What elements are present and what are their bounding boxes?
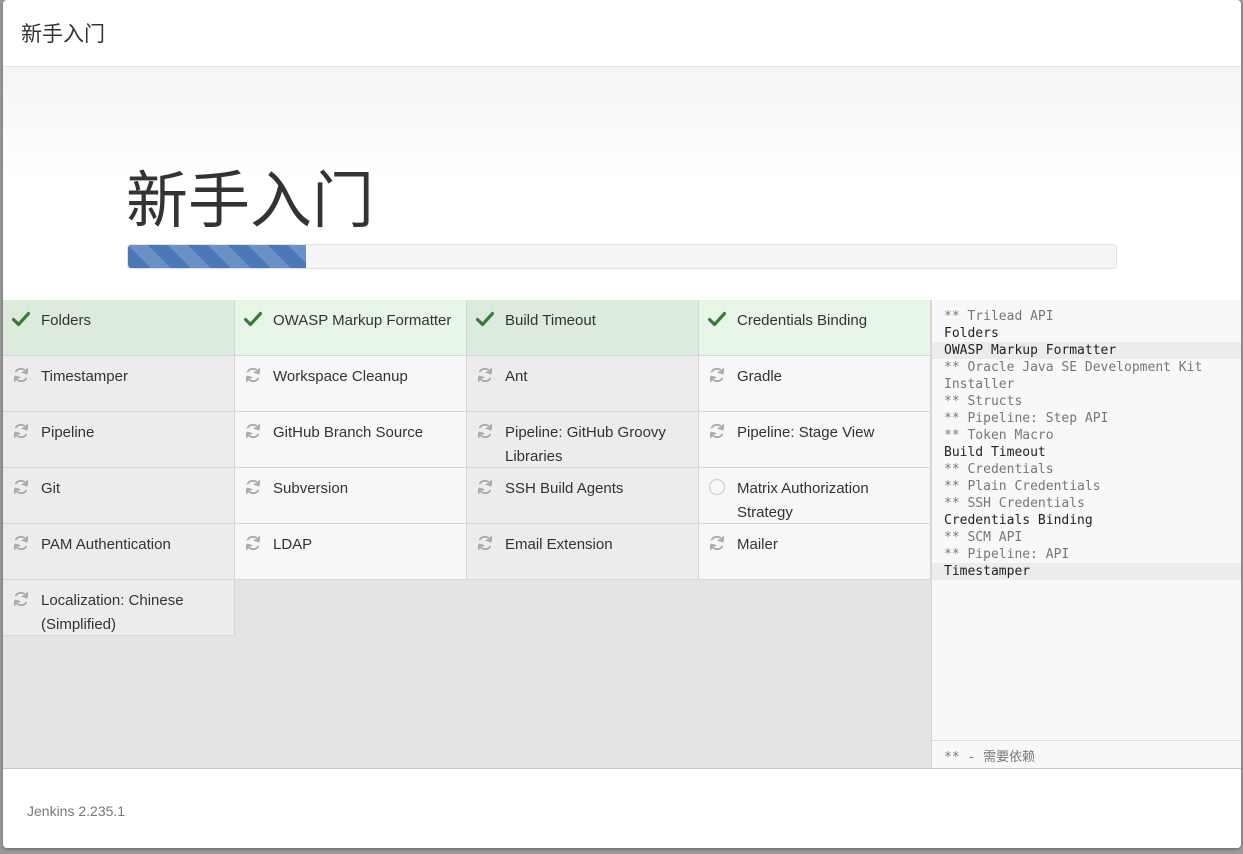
plugin-name: Git	[41, 480, 61, 497]
refresh-icon	[475, 477, 495, 497]
refresh-icon	[475, 365, 495, 385]
check-icon	[707, 309, 727, 329]
log-line: ** Oracle Java SE Development Kit	[944, 360, 1203, 375]
plugin-name: Gradle	[737, 368, 783, 385]
plugin-name: PAM Authentication	[41, 536, 171, 553]
refresh-icon	[11, 589, 31, 609]
refresh-icon	[475, 421, 495, 441]
hero-title: 新手入门	[126, 164, 375, 237]
refresh-icon	[243, 477, 263, 497]
plugin-name: GitHub Branch Source	[273, 424, 424, 441]
plugin-name: Ant	[505, 368, 528, 385]
plugin-tile: Gradle	[699, 356, 931, 412]
install-area: Folders OWASP Markup Formatter Build Timeo…	[3, 300, 1241, 769]
plugin-tile: Credentials Binding	[699, 300, 931, 356]
plugin-name: Timestamper	[41, 368, 128, 385]
plugin-tile: Pipeline: GitHub Groovy Libraries	[467, 412, 699, 468]
refresh-icon	[707, 365, 727, 385]
log-line: ** Credentials	[944, 462, 1054, 477]
plugin-tile: SSH Build Agents	[467, 468, 699, 524]
log-line: Timestamper	[932, 563, 1241, 580]
log-line: Credentials Binding	[944, 513, 1093, 528]
refresh-icon	[11, 421, 31, 441]
plugin-tile: Workspace Cleanup	[235, 356, 467, 412]
log-line: ** Token Macro	[944, 428, 1054, 443]
plugin-tile: Pipeline: Stage View	[699, 412, 931, 468]
refresh-icon	[243, 365, 263, 385]
plugin-tile: Git	[3, 468, 235, 524]
dialog-header: 新手入门	[3, 0, 1241, 67]
log-line: ** Plain Credentials	[944, 479, 1101, 494]
plugin-tile: Localization: Chinese (Simplified)	[3, 580, 235, 636]
refresh-icon	[11, 533, 31, 553]
refresh-icon	[707, 533, 727, 553]
log-line: ** SSH Credentials	[944, 496, 1085, 511]
log-line: Installer	[944, 377, 1015, 392]
plugin-name: Email Extension	[505, 536, 613, 553]
refresh-icon	[475, 533, 495, 553]
plugin-name: LDAP	[273, 536, 313, 553]
plugin-grid: Folders OWASP Markup Formatter Build Timeo…	[3, 300, 931, 636]
check-icon	[475, 309, 495, 329]
plugin-name: SSH Build Agents	[505, 480, 624, 497]
log-line: OWASP Markup Formatter	[932, 342, 1241, 359]
refresh-icon	[243, 421, 263, 441]
refresh-icon	[243, 533, 263, 553]
dialog-title: 新手入门	[21, 22, 105, 46]
log-line: Folders	[944, 326, 999, 341]
log-line: ** Pipeline: API	[944, 547, 1070, 562]
log-line: ** Trilead API	[944, 309, 1054, 324]
plugin-name: Matrix Authorization Strategy	[737, 480, 869, 521]
plugin-tile: Folders	[3, 300, 235, 356]
plugin-name: Pipeline: GitHub Groovy Libraries	[505, 424, 666, 465]
check-icon	[243, 309, 263, 329]
plugin-name: Subversion	[273, 480, 349, 497]
plugin-tile: LDAP	[235, 524, 467, 580]
setup-dialog: 新手入门 新手入门 Folders OWASP Markup Formatter B…	[3, 0, 1241, 848]
refresh-icon	[707, 421, 727, 441]
install-progress-bar	[127, 244, 1117, 269]
plugin-name: Workspace Cleanup	[273, 368, 408, 385]
version-label: Jenkins 2.235.1	[27, 803, 126, 819]
plugin-tile: PAM Authentication	[3, 524, 235, 580]
plugin-tile: GitHub Branch Source	[235, 412, 467, 468]
plugin-name: Pipeline	[41, 424, 95, 441]
plugin-name: Build Timeout	[505, 312, 596, 329]
plugin-name: Localization: Chinese (Simplified)	[41, 592, 184, 633]
plugin-tile: Email Extension	[467, 524, 699, 580]
log-line: Build Timeout	[944, 445, 1046, 460]
plugin-tile: Build Timeout	[467, 300, 699, 356]
check-icon	[11, 309, 31, 329]
log-line: ** SCM API	[944, 530, 1023, 545]
log-legend: ** - 需要依赖	[932, 740, 1241, 768]
plugin-tile: OWASP Markup Formatter	[235, 300, 467, 356]
plugin-tile: Pipeline	[3, 412, 235, 468]
plugin-tile: Matrix Authorization Strategy	[699, 468, 931, 524]
plugin-name: Pipeline: Stage View	[737, 424, 875, 441]
log-line: ** Structs	[944, 394, 1023, 409]
plugin-tile: Mailer	[699, 524, 931, 580]
install-log[interactable]: ** Trilead API Folders OWASP Markup Format…	[931, 300, 1241, 768]
plugin-name: Folders	[41, 312, 92, 329]
install-progress-fill	[128, 245, 306, 268]
plugin-tile: Subversion	[235, 468, 467, 524]
circle-icon	[707, 477, 727, 497]
plugin-name: Credentials Binding	[737, 312, 868, 329]
plugin-tile: Timestamper	[3, 356, 235, 412]
refresh-icon	[11, 477, 31, 497]
plugin-name: OWASP Markup Formatter	[273, 312, 452, 329]
plugin-tile: Ant	[467, 356, 699, 412]
log-line: ** Pipeline: Step API	[944, 411, 1109, 426]
dialog-footer: Jenkins 2.235.1	[3, 769, 1241, 848]
plugin-name: Mailer	[737, 536, 778, 553]
hero-panel: 新手入门	[3, 67, 1241, 301]
refresh-icon	[11, 365, 31, 385]
install-log-lines: ** Trilead API Folders OWASP Markup Format…	[932, 300, 1241, 580]
